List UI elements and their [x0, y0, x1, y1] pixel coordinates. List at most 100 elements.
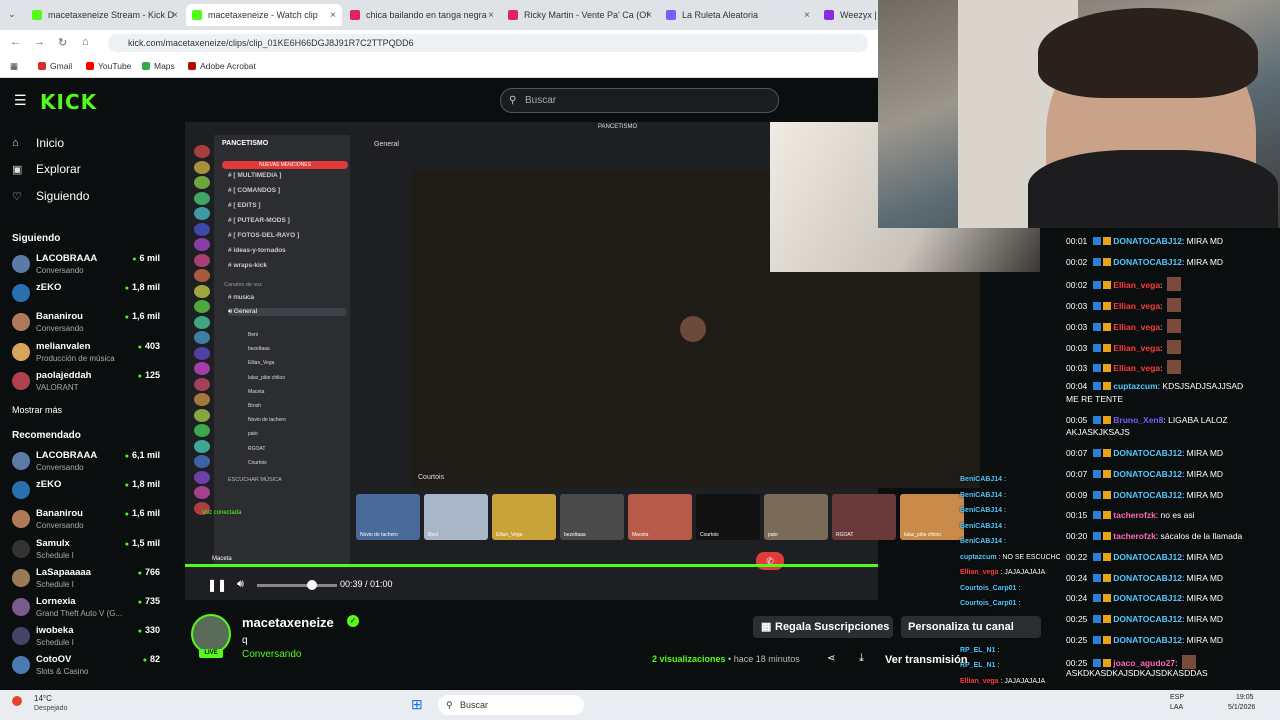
streamer-avatar[interactable] — [191, 614, 231, 654]
recommended-channel[interactable]: Lornexia Grand Theft Auto V (G... 735 — [12, 595, 162, 625]
server-icon[interactable] — [194, 222, 210, 236]
bookmark-item[interactable]: YouTube — [86, 61, 131, 71]
participant-tile[interactable]: Ellian_Vega — [492, 494, 556, 540]
recommended-channel[interactable]: LaSapaaaaaSchedule I 766 — [12, 566, 162, 596]
gift-subs-button[interactable]: ▦ Regala Suscripciones — [753, 616, 893, 638]
server-icon[interactable] — [194, 424, 210, 437]
tab-close-icon[interactable]: × — [646, 10, 652, 21]
chat-username[interactable]: DONATOCABJ12 — [1113, 469, 1182, 479]
tab-close-icon[interactable]: × — [172, 10, 178, 21]
following-channel[interactable]: melianvalenProducción de música 403 — [12, 340, 162, 370]
server-icon[interactable] — [194, 191, 210, 205]
recommended-channel[interactable]: LACOBRAAA Conversando 6,1 mil — [12, 449, 162, 479]
following-channel[interactable]: paolajeddahVALORANT 125 — [12, 369, 162, 399]
chat-username[interactable]: joaco_agudo27 — [1113, 658, 1175, 668]
server-icon[interactable] — [194, 300, 210, 313]
tab-close-icon[interactable]: × — [488, 10, 494, 21]
participant-tile[interactable]: Courtois — [696, 494, 760, 540]
browser-tab[interactable]: Weezyx | In — [818, 4, 878, 26]
recommended-channel[interactable]: SamulxSchedule I 1,5 mil — [12, 537, 162, 567]
browser-tab[interactable]: macetaxeneize Stream - Kick D × — [26, 4, 184, 26]
chat-username[interactable]: DONATOCABJ12 — [1113, 448, 1182, 458]
chat-username[interactable]: DONATOCABJ12 — [1113, 490, 1182, 500]
search-input[interactable]: ⚲ Buscar — [500, 88, 779, 113]
streamer-name[interactable]: macetaxeneize — [242, 615, 334, 630]
chat-username[interactable]: Bruno_Xen8 — [1113, 415, 1163, 425]
server-icon[interactable] — [194, 362, 210, 375]
bookmark-item[interactable]: Gmail — [38, 61, 72, 71]
voice-member[interactable]: Brosh — [248, 403, 261, 409]
server-icon[interactable] — [194, 238, 210, 251]
chat-username[interactable]: Ellian_vega — [1113, 343, 1160, 353]
chat-username[interactable]: tacherofzk — [1113, 531, 1156, 541]
pause-icon[interactable]: ❚❚ — [207, 578, 227, 592]
personalize-channel-button[interactable]: Personaliza tu canal — [901, 616, 1041, 638]
server-icon[interactable] — [194, 393, 210, 406]
volume-slider[interactable] — [257, 584, 337, 587]
voice-member[interactable]: bezeltaaa — [248, 346, 270, 352]
chat-username[interactable]: DONATOCABJ12 — [1113, 593, 1182, 603]
discord-channel[interactable]: # [ FOTOS-DEL-RAYO ] — [228, 232, 299, 239]
server-icon[interactable] — [194, 207, 210, 220]
participant-tile[interactable]: Maceta — [628, 494, 692, 540]
voice-member[interactable]: RGOAT — [248, 446, 265, 452]
following-channel[interactable]: zEKO 1,8 mil — [12, 281, 162, 311]
discord-channel[interactable]: # [ EDITS ] — [228, 202, 261, 209]
following-channel[interactable]: LACOBRAAA Conversando 6 mil — [12, 252, 162, 282]
menu-icon[interactable]: ☰ — [14, 92, 27, 109]
voice-member[interactable]: pato — [248, 431, 258, 437]
url-field[interactable]: kick.com/macetaxeneize/clips/clip_01KE6H… — [108, 34, 868, 52]
stream-category[interactable]: Conversando — [242, 649, 301, 660]
server-icon[interactable] — [194, 439, 210, 453]
server-icon[interactable] — [194, 253, 210, 267]
recommended-channel[interactable]: zEKO 1,8 mil — [12, 478, 162, 508]
browser-tab[interactable]: La Ruleta Aleatoria × — [660, 4, 816, 26]
server-icon[interactable] — [194, 470, 210, 484]
tab-close-icon[interactable]: × — [804, 10, 810, 21]
chat-username[interactable]: Ellian_vega — [1113, 322, 1160, 332]
following-channel[interactable]: BananirouConversando 1,6 mil — [12, 310, 162, 340]
watch-stream-button[interactable]: Ver transmisión — [885, 650, 1025, 670]
discord-channel[interactable]: # [ PUTEAR-MODS ] — [228, 217, 290, 224]
voice-member[interactable]: Novio de tachero — [248, 417, 286, 423]
server-icon[interactable] — [194, 377, 210, 391]
voice-member[interactable]: Courtois — [248, 460, 267, 466]
server-icon[interactable] — [194, 315, 210, 329]
volume-knob[interactable] — [307, 580, 317, 590]
windows-start-icon[interactable]: ⊞ — [411, 696, 423, 713]
discord-channel[interactable]: # ideas-y-tornados — [228, 247, 286, 254]
chat-username[interactable]: tacherofzk — [1113, 510, 1156, 520]
back-icon[interactable]: ← — [10, 36, 21, 48]
server-icon[interactable] — [194, 160, 210, 174]
chat-username[interactable]: Ellian_vega — [1113, 280, 1160, 290]
voice-member[interactable]: lalaz_pibe chiloo — [248, 375, 285, 381]
download-icon[interactable]: ⤓ — [859, 652, 864, 665]
tab-search-icon[interactable]: ⌄ — [8, 9, 16, 20]
browser-tab[interactable]: chica bailando en tanga negra × — [344, 4, 500, 26]
discord-channel[interactable]: # [ MULTIMEDIA ] — [228, 172, 281, 179]
forward-icon[interactable]: → — [34, 36, 45, 48]
chat-username[interactable]: cuptazcum — [1113, 381, 1157, 391]
reload-icon[interactable]: ↻ — [58, 36, 67, 49]
taskbar-search[interactable]: ⚲ Buscar — [438, 695, 584, 715]
server-icon[interactable] — [194, 269, 210, 282]
chat-username[interactable]: DONATOCABJ12 — [1113, 257, 1182, 267]
home-button-icon[interactable]: ⌂ — [82, 36, 89, 48]
chat-username[interactable]: DONATOCABJ12 — [1113, 552, 1182, 562]
participant-tile[interactable]: Novio de tachero — [356, 494, 420, 540]
participant-tile[interactable]: pato — [764, 494, 828, 540]
server-icon[interactable] — [194, 176, 210, 189]
voice-channel[interactable]: 🔊︎ General — [228, 308, 346, 316]
server-icon[interactable] — [194, 455, 210, 468]
volume-icon[interactable]: 🔊︎ — [237, 578, 244, 591]
nav-explorar[interactable]: ▣ Explorar — [12, 162, 81, 176]
listen-music-link[interactable]: ESCUCHAR MÚSICA — [228, 477, 282, 483]
chat-username[interactable]: DONATOCABJ12 — [1113, 635, 1182, 645]
browser-tab[interactable]: macetaxeneize - Watch clip × — [186, 4, 342, 26]
participant-tile[interactable]: RGOAT — [832, 494, 896, 540]
server-icon[interactable] — [194, 408, 210, 422]
browser-tab[interactable]: Ricky Martin - Vente Pa' Ca (Of × — [502, 4, 658, 26]
voice-member[interactable]: Maceta — [248, 389, 264, 395]
recommended-channel[interactable]: BananirouConversando 1,6 mil — [12, 507, 162, 537]
share-icon[interactable]: ⋖ — [827, 653, 835, 664]
